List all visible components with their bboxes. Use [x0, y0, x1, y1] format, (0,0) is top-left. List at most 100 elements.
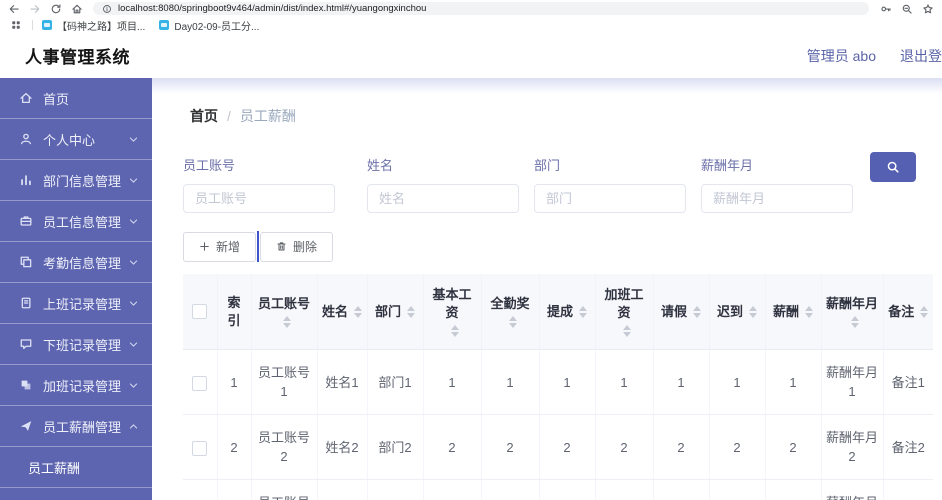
focus-indicator [257, 231, 260, 262]
zoom-icon[interactable] [900, 2, 914, 16]
select-all-checkbox[interactable] [192, 304, 208, 320]
search-form: 员工账号 姓名 部门 薪酬年月 [183, 152, 916, 213]
sidebar-subitem-员工薪酬[interactable]: 员工薪酬 [0, 447, 152, 488]
chevron-down-icon [128, 216, 139, 227]
search-input-薪酬年月[interactable] [701, 184, 853, 213]
table-header-cell[interactable]: 姓名 [317, 274, 368, 351]
sort-icon[interactable] [805, 305, 813, 318]
address-bar[interactable]: localhost:8080/springboot9v464/admin/dis… [93, 2, 869, 15]
sidebar-item-员工薪酬管理[interactable]: 员工薪酬管理 [0, 406, 152, 447]
sidebar-item-label: 上班记录管理 [43, 296, 122, 312]
sidebar-item-个人中心[interactable]: 个人中心 [0, 119, 152, 160]
delete-button[interactable]: 删除 [260, 231, 334, 262]
table-cell: 薪酬年月3 [821, 479, 884, 500]
search-input-员工账号[interactable] [183, 184, 335, 213]
table-cell: 1 [653, 349, 710, 416]
reload-icon[interactable] [49, 2, 63, 16]
logout-link[interactable]: 退出登录 [900, 46, 942, 66]
back-icon[interactable] [7, 2, 21, 16]
user-icon [18, 131, 34, 147]
sort-icon[interactable] [851, 316, 859, 329]
sidebar-item-考勤信息管理[interactable]: 考勤信息管理 [0, 242, 152, 283]
briefcase-icon [18, 213, 34, 229]
sort-icon[interactable] [623, 325, 631, 338]
table-cell: 3 [595, 479, 654, 500]
sort-icon[interactable] [579, 305, 587, 318]
sidebar-item-label: 部门信息管理 [43, 173, 122, 189]
copy-icon [18, 254, 34, 270]
sort-icon[interactable] [509, 316, 517, 329]
sidebar-item-label: 员工信息管理 [43, 214, 122, 230]
table-cell: 姓名3 [317, 479, 368, 500]
bookmark-item[interactable]: Day02-09-员工分... [159, 18, 259, 33]
search-field-label: 薪酬年月 [701, 158, 754, 173]
apps-grid-icon[interactable] [9, 18, 23, 32]
table-header-cell[interactable]: 薪酬年月 [821, 274, 884, 351]
main-content: 首页 / 员工薪酬 员工账号姓名部门薪酬年月 新增 删除 索引员工账号姓名部门基… [152, 78, 942, 500]
sort-icon[interactable] [693, 305, 701, 318]
table-header-cell[interactable]: 薪酬 [765, 274, 822, 351]
column-label: 基本工资 [432, 287, 472, 321]
table-cell: 1 [423, 349, 482, 416]
table-body: 1 员工账号1 姓名1 部门1 1 1 1 1 1 1 1 薪酬年月1 备注1 2 员工账号2 姓名2 部门2 2… [183, 349, 933, 500]
table-header-cell[interactable]: 部门 [367, 274, 424, 351]
chevron-down-icon [128, 380, 139, 391]
column-label: 薪酬 [772, 303, 799, 319]
sidebar-item-加班记录管理[interactable]: 加班记录管理 [0, 365, 152, 406]
sidebar-item-下班记录管理[interactable]: 下班记录管理 [0, 324, 152, 365]
sidebar-item-首页[interactable]: 首页 [0, 78, 152, 119]
table-header-cell[interactable]: 迟到 [709, 274, 766, 351]
app-header: 人事管理系统 管理员 abo 退出登录 [0, 33, 942, 78]
table-header-cell[interactable]: 员工账号 [251, 274, 318, 351]
home-nav-icon[interactable] [70, 2, 84, 16]
sort-icon[interactable] [749, 305, 757, 318]
sort-icon[interactable] [283, 316, 291, 329]
row-checkbox[interactable] [192, 375, 208, 391]
table-header-cell[interactable]: 加班工资 [595, 274, 654, 351]
search-button[interactable] [870, 152, 916, 182]
bookmark-item[interactable]: 【码神之路】项目... [42, 18, 145, 33]
notebook-icon [18, 295, 34, 311]
table-header-cell[interactable]: 基本工资 [423, 274, 482, 351]
table-cell: 3 [653, 479, 710, 500]
table-cell: 1 [765, 349, 822, 416]
row-checkbox[interactable] [192, 440, 208, 456]
sidebar-item-员工信息管理[interactable]: 员工信息管理 [0, 201, 152, 242]
sort-icon[interactable] [354, 305, 362, 318]
header-gradient [152, 78, 942, 93]
table-cell: 3 [217, 479, 252, 500]
bookmark-label: Day02-09-员工分... [174, 21, 260, 33]
browser-toolbar: localhost:8080/springboot9v464/admin/dis… [0, 0, 942, 17]
table-cell: 薪酬年月1 [821, 349, 884, 416]
app-title: 人事管理系统 [25, 48, 130, 67]
table-cell: 1 [595, 349, 654, 416]
breadcrumb-home[interactable]: 首页 [190, 106, 218, 126]
table-header-cell [183, 274, 218, 351]
table-cell: 部门1 [367, 349, 424, 416]
sort-icon[interactable] [920, 305, 929, 318]
table-header-cell[interactable]: 请假 [653, 274, 710, 351]
add-button[interactable]: 新增 [183, 231, 257, 262]
forward-icon[interactable] [28, 2, 42, 16]
search-field-部门: 部门 [534, 155, 686, 213]
sidebar-item-label: 员工薪酬管理 [43, 419, 122, 435]
search-input-部门[interactable] [534, 184, 686, 213]
bookmarks-bar: 【码神之路】项目... Day02-09-员工分... [0, 17, 942, 33]
search-field-员工账号: 员工账号 [183, 155, 335, 213]
sidebar-item-部门信息管理[interactable]: 部门信息管理 [0, 160, 152, 201]
sidebar-item-上班记录管理[interactable]: 上班记录管理 [0, 283, 152, 324]
current-user-link[interactable]: 管理员 abo [807, 46, 876, 66]
bookmark-star-icon[interactable] [921, 2, 935, 16]
site-info-icon[interactable] [101, 3, 112, 14]
search-field-薪酬年月: 薪酬年月 [701, 155, 853, 213]
sort-icon[interactable] [407, 305, 415, 318]
table-header-cell[interactable]: 备注 [883, 274, 933, 351]
table-header-cell[interactable]: 全勤奖 [481, 274, 540, 351]
table-header-cell[interactable]: 提成 [539, 274, 596, 351]
table-cell: 2 [653, 414, 710, 481]
sort-icon[interactable] [451, 325, 459, 338]
password-key-icon[interactable] [879, 2, 893, 16]
search-input-姓名[interactable] [367, 184, 519, 213]
url-text: localhost:8080/springboot9v464/admin/dis… [118, 3, 427, 14]
comment-icon [18, 336, 34, 352]
